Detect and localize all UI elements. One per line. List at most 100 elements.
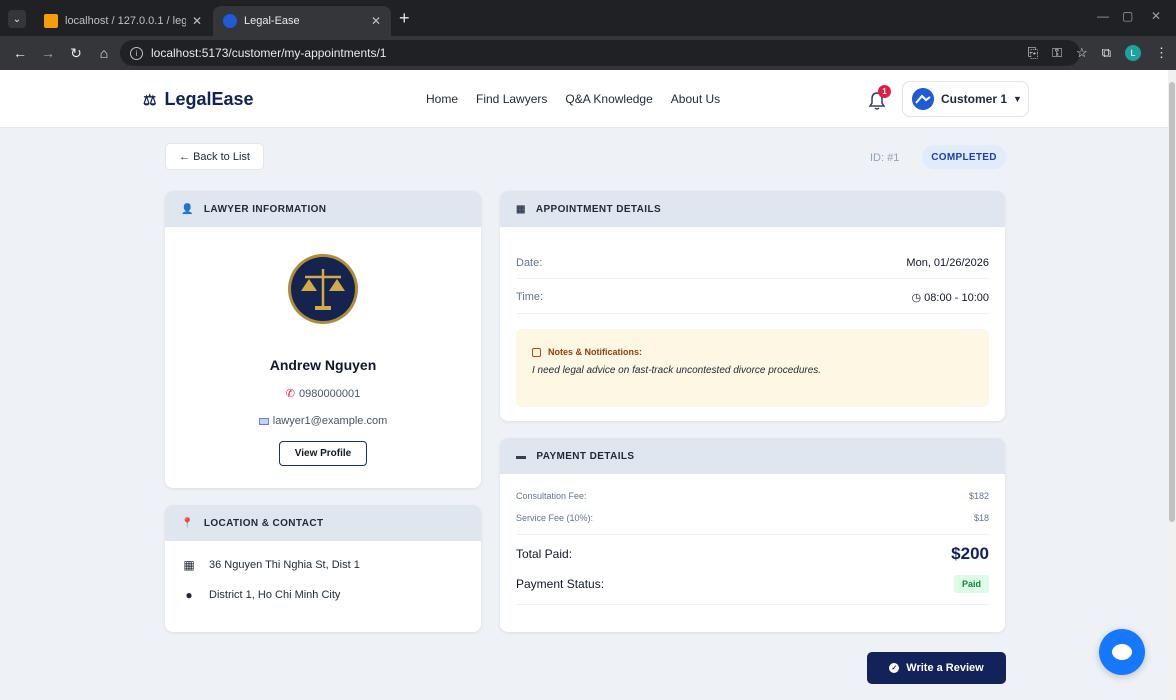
consultation-fee-row: Consultation Fee: $182	[516, 491, 989, 501]
phone-icon: ✆	[285, 388, 296, 400]
appointment-details-header: ▦ APPOINTMENT DETAILS	[500, 191, 1005, 227]
user-avatar	[912, 88, 934, 110]
browser-tab-bar: ⌄ localhost / 127.0.0.1 / legalease ✕ Le…	[0, 0, 1176, 36]
address-row: ▦ 36 Nguyen Thi Nghia St, Dist 1	[181, 558, 360, 572]
notes-body: I need legal advice on fast-track uncont…	[532, 365, 822, 376]
notes-title: Notes & Notifications:	[548, 347, 643, 357]
location-contact-card: 📍 LOCATION & CONTACT ▦ 36 Nguyen Thi Ngh…	[165, 505, 481, 632]
tab-label: localhost / 127.0.0.1 / legalease	[65, 15, 186, 27]
phpmyadmin-favicon-icon	[44, 14, 58, 28]
divider	[516, 534, 989, 535]
time-label: Time:	[516, 291, 544, 303]
password-key-icon[interactable]: ⚿	[1052, 45, 1062, 61]
service-fee-label: Service Fee (10%):	[516, 513, 594, 523]
nav-find-lawyers[interactable]: Find Lawyers	[476, 92, 547, 106]
chevron-down-icon: ▼	[1013, 94, 1022, 104]
appointment-details-card: ▦ APPOINTMENT DETAILS Date: Mon, 01/26/2…	[500, 191, 1005, 421]
nav-qa-knowledge[interactable]: Q&A Knowledge	[565, 92, 652, 106]
window-close-icon[interactable]: ✕	[1151, 9, 1161, 23]
back-to-list-button[interactable]: ← Back to List	[165, 143, 264, 170]
time-row: Time: ◷ 08:00 - 10:00	[516, 291, 989, 314]
site-info-icon[interactable]: i	[130, 46, 143, 60]
write-review-label: Write a Review	[906, 662, 984, 674]
note-icon	[532, 347, 541, 357]
view-profile-button[interactable]: View Profile	[279, 441, 367, 466]
chat-bubble-button[interactable]	[1099, 629, 1145, 675]
home-icon[interactable]: ⌂	[93, 45, 115, 61]
back-to-list-label: ← Back to List	[179, 150, 250, 163]
bookmark-star-icon[interactable]: ☆	[1076, 45, 1088, 61]
total-paid-value: $200	[951, 544, 989, 563]
payment-details-header: ▬ PAYMENT DETAILS	[500, 438, 1005, 474]
user-icon: 👤	[181, 203, 194, 215]
calendar-icon: ▦	[516, 203, 526, 215]
appointment-id: ID: #1	[870, 152, 900, 164]
payment-status-row: Payment Status: Paid	[516, 575, 989, 593]
consultation-fee-label: Consultation Fee:	[516, 491, 587, 501]
section-title: PAYMENT DETAILS	[536, 450, 635, 462]
building-icon: ▦	[183, 558, 195, 572]
divider	[516, 604, 989, 605]
translate-icon[interactable]: ⎘	[1028, 45, 1038, 61]
status-badge: COMPLETED	[922, 145, 1006, 169]
main-nav: Home Find Lawyers Q&A Knowledge About Us	[426, 92, 720, 106]
check-circle-icon: ✓	[889, 663, 900, 673]
tab-label: Legal-Ease	[244, 15, 300, 27]
new-tab-button[interactable]: +	[399, 8, 410, 29]
browser-menu-icon[interactable]: ⋮	[1155, 45, 1168, 61]
date-row: Date: Mon, 01/26/2026	[516, 257, 989, 279]
write-review-button[interactable]: ✓ Write a Review	[867, 652, 1006, 684]
restore-icon[interactable]: ▢	[1122, 9, 1133, 23]
wallet-icon: ▬	[516, 450, 527, 462]
lawyer-information-card: 👤 LAWYER INFORMATION Andrew Nguyen ✆ 0980…	[165, 191, 481, 488]
brand-logo[interactable]: ⚖ LegalEase	[143, 89, 254, 110]
city-row: ● District 1, Ho Chi Minh City	[181, 588, 340, 602]
back-arrow-icon[interactable]: ←	[9, 45, 31, 61]
notification-bell-icon[interactable]: 1	[866, 85, 891, 112]
payment-details-card: ▬ PAYMENT DETAILS Consultation Fee: $182…	[500, 438, 1005, 632]
nav-home[interactable]: Home	[426, 92, 458, 106]
browser-address-bar: ← → ↻ ⌂ i localhost:5173/customer/my-app…	[0, 36, 1176, 70]
reload-icon[interactable]: ↻	[65, 45, 87, 62]
tab-close-icon[interactable]: ✕	[371, 14, 381, 28]
total-paid-row: Total Paid: $200	[516, 544, 989, 564]
tab-close-icon[interactable]: ✕	[192, 14, 202, 28]
envelope-icon	[258, 417, 269, 425]
browser-actions: ⎘ ⚿ ☆ ⧉ L ⋮	[1028, 36, 1168, 70]
browser-tab-legalease[interactable]: Legal-Ease ✕	[213, 6, 391, 36]
user-avatar-icon	[912, 88, 934, 110]
location-contact-header: 📍 LOCATION & CONTACT	[165, 505, 481, 541]
notes-title-row: Notes & Notifications:	[532, 347, 973, 357]
payment-status-label: Payment Status:	[516, 577, 605, 591]
time-value: 08:00 - 10:00	[924, 292, 989, 304]
lawyer-email-value: lawyer1@example.com	[272, 415, 388, 427]
lawyer-phone-value: 0980000001	[299, 388, 361, 400]
scales-icon: ⚖	[143, 91, 157, 109]
nav-about-us[interactable]: About Us	[671, 92, 720, 106]
section-title: APPOINTMENT DETAILS	[535, 203, 662, 215]
lawyer-information-header: 👤 LAWYER INFORMATION	[165, 191, 481, 227]
profile-avatar-icon[interactable]: L	[1125, 45, 1141, 61]
map-pin-icon: 📍	[181, 517, 194, 529]
service-fee-row: Service Fee (10%): $18	[516, 513, 989, 523]
section-title: LOCATION & CONTACT	[203, 517, 324, 529]
tab-search-button[interactable]: ⌄	[8, 10, 26, 28]
browser-tab-phpmyadmin[interactable]: localhost / 127.0.0.1 / legalease ✕	[34, 6, 212, 36]
brand-name: LegalEase	[164, 89, 254, 109]
service-fee-value: $18	[973, 513, 989, 523]
chat-icon	[1112, 644, 1132, 660]
location-pin-icon: ●	[185, 588, 193, 602]
city-text: District 1, Ho Chi Minh City	[209, 589, 341, 601]
scrollbar-thumb[interactable]	[1169, 82, 1175, 522]
legalease-favicon-icon	[223, 14, 237, 28]
minimize-icon[interactable]: —	[1097, 9, 1109, 23]
extensions-icon[interactable]: ⧉	[1102, 45, 1111, 61]
forward-arrow-icon[interactable]: →	[37, 45, 59, 61]
user-menu-button[interactable]: Customer 1 ▼	[902, 81, 1029, 117]
lawyer-phone: ✆ 0980000001	[165, 387, 481, 400]
time-value-wrap: ◷ 08:00 - 10:00	[912, 291, 990, 304]
page-scrollbar[interactable]	[1168, 70, 1176, 700]
total-paid-label: Total Paid:	[516, 547, 573, 561]
url-field[interactable]: i localhost:5173/customer/my-appointment…	[120, 40, 1080, 66]
address-text: 36 Nguyen Thi Nghia St, Dist 1	[209, 559, 360, 571]
